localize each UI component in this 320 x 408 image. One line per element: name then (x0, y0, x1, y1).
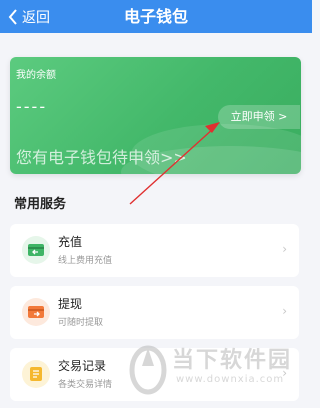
balance-card: 我的余额 ---- 立即申领 > 您有电子钱包待申领>> (10, 57, 301, 174)
service-desc: 各类交易详情 (58, 380, 113, 390)
page-title: 电子钱包 (123, 7, 188, 26)
service-withdraw[interactable]: 提现 可随时提取 › (10, 286, 299, 339)
balance-value: ---- (16, 97, 48, 116)
recharge-icon (22, 236, 50, 264)
service-desc: 可随时提取 (58, 318, 104, 328)
apply-now-button[interactable]: 立即申领 > (218, 105, 300, 129)
top-bar: 返回 电子钱包 (0, 0, 312, 33)
balance-label: 我的余额 (16, 70, 56, 81)
service-name: 提现 (58, 297, 83, 311)
watermark-logo-icon (129, 345, 167, 395)
section-title: 常用服务 (14, 197, 67, 212)
chevron-right-icon: › (282, 304, 287, 318)
chevron-right-icon: › (282, 242, 287, 256)
service-name: 交易记录 (58, 359, 107, 373)
service-name: 充值 (58, 235, 83, 249)
watermark-text: 当下软件园 (172, 348, 293, 373)
transaction-record-icon (22, 360, 50, 388)
withdraw-icon (22, 298, 50, 326)
watermark: 当下软件园 www.downxia.com (126, 338, 312, 408)
watermark-url: www.downxia.com (176, 374, 285, 385)
service-desc: 线上费用充值 (58, 256, 113, 266)
pending-wallet-link[interactable]: 您有电子钱包待申领>> (16, 144, 187, 168)
service-recharge[interactable]: 充值 线上费用充值 › (10, 224, 299, 277)
